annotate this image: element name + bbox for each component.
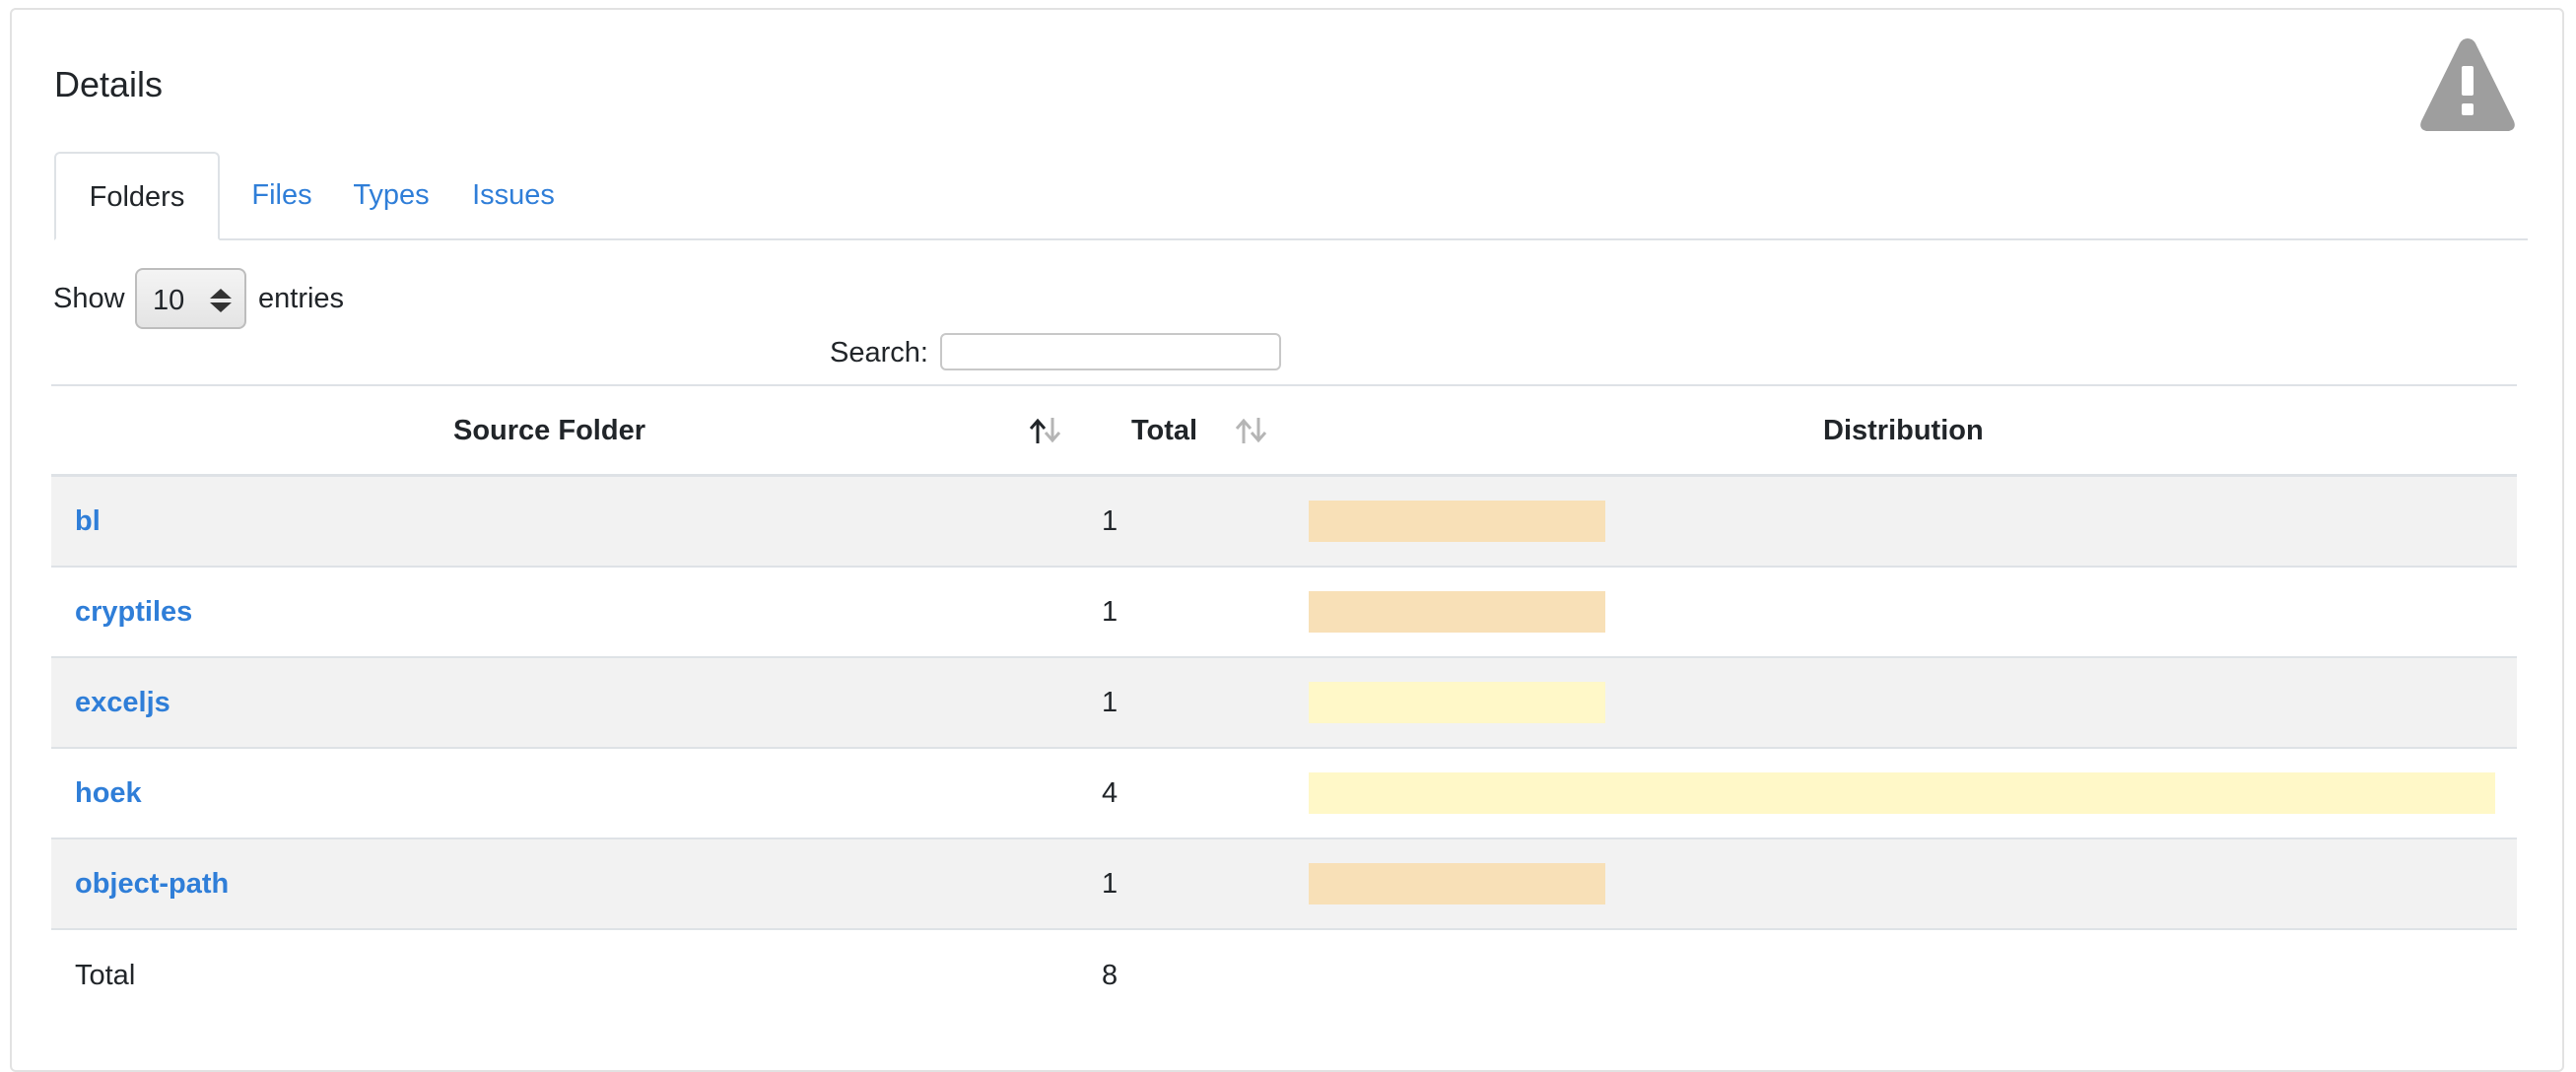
row-total: 1 (1102, 868, 1119, 900)
search-label: Search: (830, 337, 928, 368)
tab-files[interactable]: Files (236, 152, 328, 238)
row-total: 1 (1102, 596, 1119, 628)
details-tabs: Folders Files Types Issues (54, 152, 2528, 240)
distribution-bar (1309, 591, 1605, 633)
tab-issues[interactable]: Issues (456, 152, 571, 238)
table-row: cryptiles 1 (51, 568, 2517, 658)
folder-link[interactable]: cryptiles (75, 568, 192, 656)
warning-triangle-icon (2420, 38, 2515, 131)
row-total: 1 (1102, 687, 1119, 718)
table-footer-total: Total 8 (51, 930, 2517, 1021)
entries-label: entries (258, 283, 345, 314)
row-total: 4 (1102, 777, 1119, 809)
tab-types[interactable]: Types (340, 152, 442, 238)
folder-link[interactable]: hoek (75, 749, 142, 838)
table-row: bl 1 (51, 477, 2517, 568)
total-label: Total (75, 960, 136, 991)
sort-both-icon[interactable] (1233, 416, 1268, 445)
distribution-bar (1309, 863, 1605, 904)
folder-link[interactable]: bl (75, 477, 101, 566)
table-row: exceljs 1 (51, 658, 2517, 749)
distribution-bar (1309, 501, 1605, 542)
entries-select-value: 10 (153, 285, 185, 316)
column-header-distribution: Distribution (1823, 415, 1984, 446)
distribution-bar (1309, 772, 2495, 814)
total-value: 8 (1102, 960, 1119, 991)
distribution-bar (1309, 682, 1605, 723)
table-row: hoek 4 (51, 749, 2517, 839)
folder-link[interactable]: exceljs (75, 658, 170, 747)
folder-link[interactable]: object-path (75, 839, 229, 928)
entries-select[interactable]: 10 (135, 268, 246, 329)
select-arrows-icon (210, 289, 232, 312)
page-title: Details (54, 64, 164, 104)
tab-folders[interactable]: Folders (54, 152, 220, 240)
table-header: Source Folder Total Distribution (51, 384, 2517, 477)
column-header-source-folder[interactable]: Source Folder (453, 386, 645, 476)
table-row: object-path 1 (51, 839, 2517, 930)
search-input[interactable] (940, 333, 1281, 370)
row-total: 1 (1102, 505, 1119, 537)
sort-asc-icon[interactable] (1027, 416, 1062, 445)
show-label: Show (53, 283, 125, 314)
column-header-total[interactable]: Total (1131, 386, 1197, 476)
